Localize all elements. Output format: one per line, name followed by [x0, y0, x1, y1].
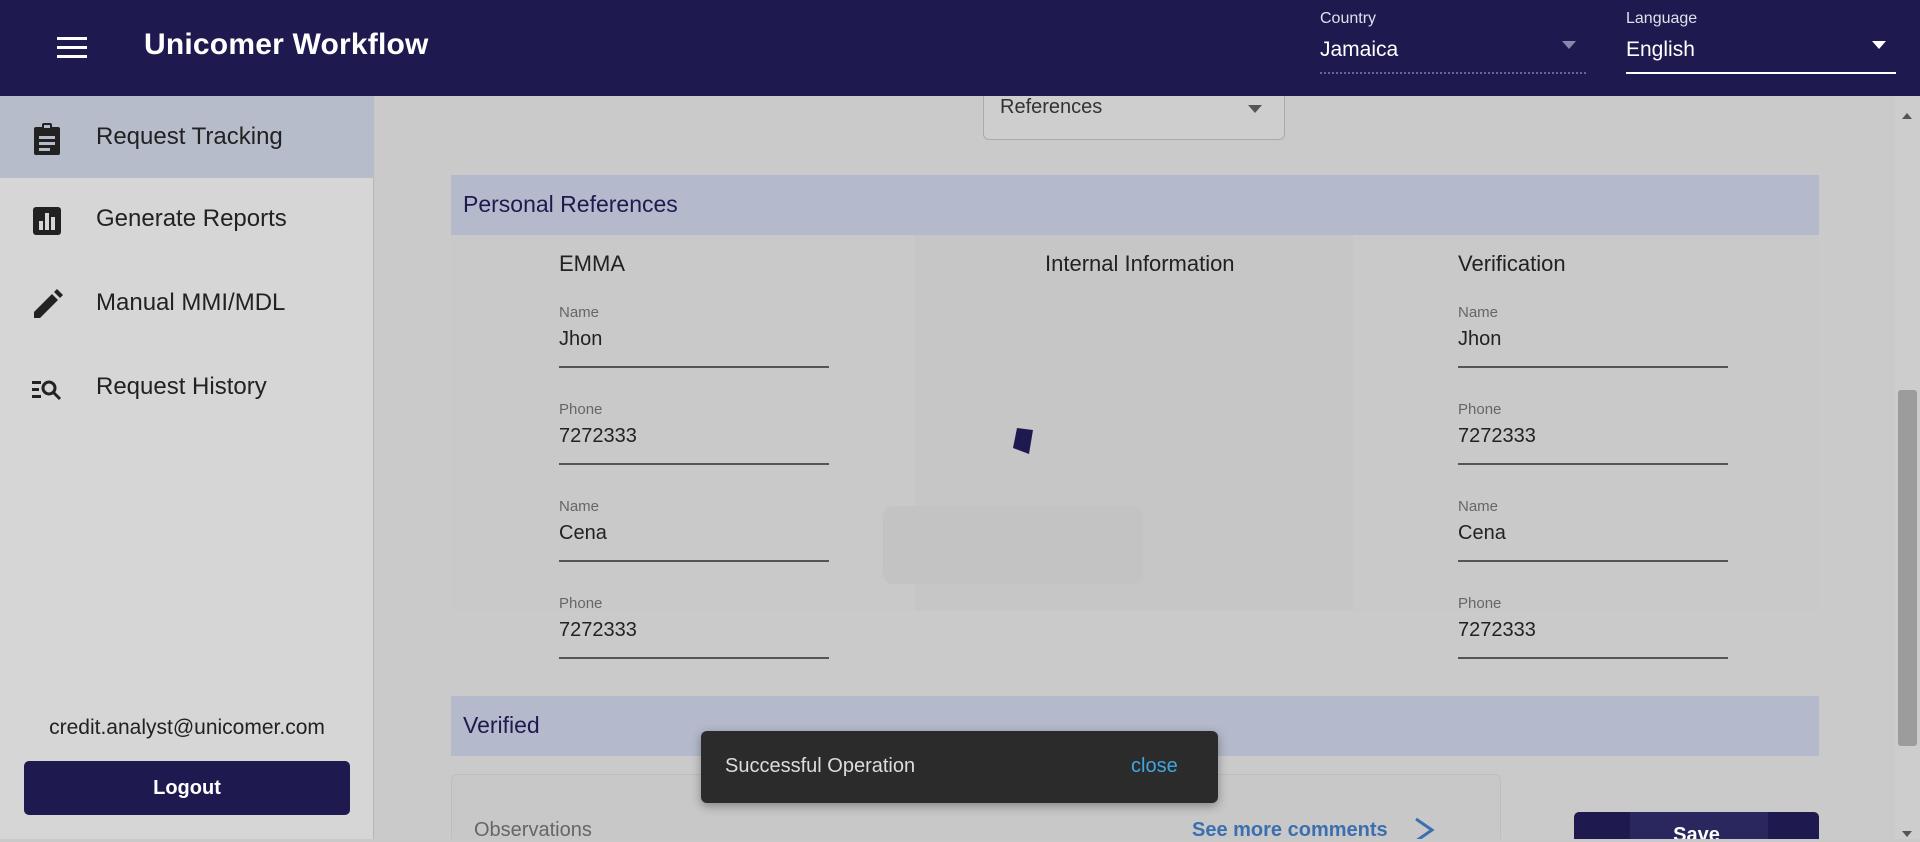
emma-name-field[interactable]: Name Cena: [559, 498, 829, 562]
main-content: References Personal References EMMA Inte…: [375, 96, 1895, 839]
snackbar: Successful Operation close: [701, 731, 1218, 803]
vertical-scrollbar[interactable]: [1895, 96, 1920, 839]
emma-name-field[interactable]: Name Jhon: [559, 304, 829, 368]
column-header-emma: EMMA: [559, 251, 625, 276]
section-select-value: References: [1000, 96, 1103, 118]
language-value: English: [1626, 38, 1695, 61]
field-label: Phone: [559, 401, 603, 418]
bar-chart-icon: [30, 204, 64, 238]
field-value: Jhon: [559, 328, 603, 350]
verification-phone-field[interactable]: Phone 7272333: [1458, 401, 1728, 465]
verification-phone-field[interactable]: Phone 7272333: [1458, 595, 1728, 659]
sidebar-item-label: Generate Reports: [96, 205, 287, 232]
emma-phone-field[interactable]: Phone 7272333: [559, 595, 829, 659]
scroll-up-arrow-icon[interactable]: [1902, 106, 1912, 124]
sidebar-item-label: Request Tracking: [96, 123, 283, 150]
field-label: Phone: [1458, 595, 1502, 612]
scroll-down-arrow-icon[interactable]: [1902, 824, 1912, 842]
list-search-icon: [30, 372, 64, 406]
country-select[interactable]: Country Jamaica: [1320, 8, 1586, 74]
verification-name-field[interactable]: Name Jhon: [1458, 304, 1728, 368]
chevron-down-icon: [1562, 36, 1576, 54]
top-app-bar: Unicomer Workflow Country Jamaica Langua…: [0, 0, 1920, 96]
field-label: Name: [1458, 304, 1499, 321]
logout-button[interactable]: Logout: [24, 761, 350, 815]
language-label: Language: [1626, 10, 1698, 27]
sidebar-item-manual-mmi-mdl[interactable]: Manual MMI/MDL: [0, 262, 374, 344]
see-more-comments-link[interactable]: See more comments: [1192, 819, 1388, 839]
sidebar-item-request-history[interactable]: Request History: [0, 346, 374, 428]
field-value: 7272333: [1458, 425, 1536, 447]
sidebar-item-label: Manual MMI/MDL: [96, 289, 286, 316]
user-email: credit.analyst@unicomer.com: [49, 716, 325, 739]
save-button[interactable]: Save: [1574, 812, 1819, 839]
field-label: Name: [559, 498, 600, 515]
sidebar-item-request-tracking[interactable]: Request Tracking: [0, 96, 374, 178]
field-value: Cena: [1458, 522, 1506, 544]
verification-name-field[interactable]: Name Cena: [1458, 498, 1728, 562]
field-value: 7272333: [559, 425, 637, 447]
section-select[interactable]: References: [983, 96, 1285, 140]
country-value: Jamaica: [1320, 38, 1399, 61]
loading-spinner-icon: [1011, 426, 1037, 461]
field-label: Phone: [559, 595, 603, 612]
language-select[interactable]: Language English: [1626, 8, 1896, 74]
clipboard-icon: [30, 122, 64, 156]
section-title: Personal References: [463, 191, 678, 217]
field-value: Jhon: [1458, 328, 1502, 350]
country-label: Country: [1320, 10, 1377, 27]
field-value: 7272333: [559, 619, 637, 641]
snackbar-close-button[interactable]: close: [1131, 755, 1178, 778]
field-label: Name: [559, 304, 600, 321]
chevron-right-icon[interactable]: [1412, 815, 1436, 839]
field-value: 7272333: [1458, 619, 1536, 641]
scrollbar-thumb[interactable]: [1898, 390, 1917, 746]
pencil-icon: [30, 288, 64, 322]
field-label: Name: [1458, 498, 1499, 515]
sidebar-item-label: Request History: [96, 373, 267, 400]
field-label: Phone: [1458, 401, 1502, 418]
section-title: Verified: [463, 712, 540, 738]
column-header-verification: Verification: [1458, 251, 1566, 276]
save-button-label: Save: [1673, 824, 1720, 839]
emma-phone-field[interactable]: Phone 7272333: [559, 401, 829, 465]
chevron-down-icon: [1248, 100, 1262, 118]
field-value: Cena: [559, 522, 607, 544]
sidebar: Request Tracking Generate Reports Manual…: [0, 96, 374, 839]
column-header-internal-information: Internal Information: [1045, 251, 1235, 276]
loading-overlay: [883, 506, 1143, 584]
personal-references-header: Personal References: [451, 175, 1819, 235]
observations-label: Observations: [474, 819, 592, 839]
snackbar-message: Successful Operation: [725, 755, 916, 777]
hamburger-menu-icon[interactable]: [50, 30, 94, 66]
chevron-down-icon: [1872, 36, 1886, 54]
sidebar-item-generate-reports[interactable]: Generate Reports: [0, 178, 374, 260]
app-title: Unicomer Workflow: [144, 28, 429, 61]
